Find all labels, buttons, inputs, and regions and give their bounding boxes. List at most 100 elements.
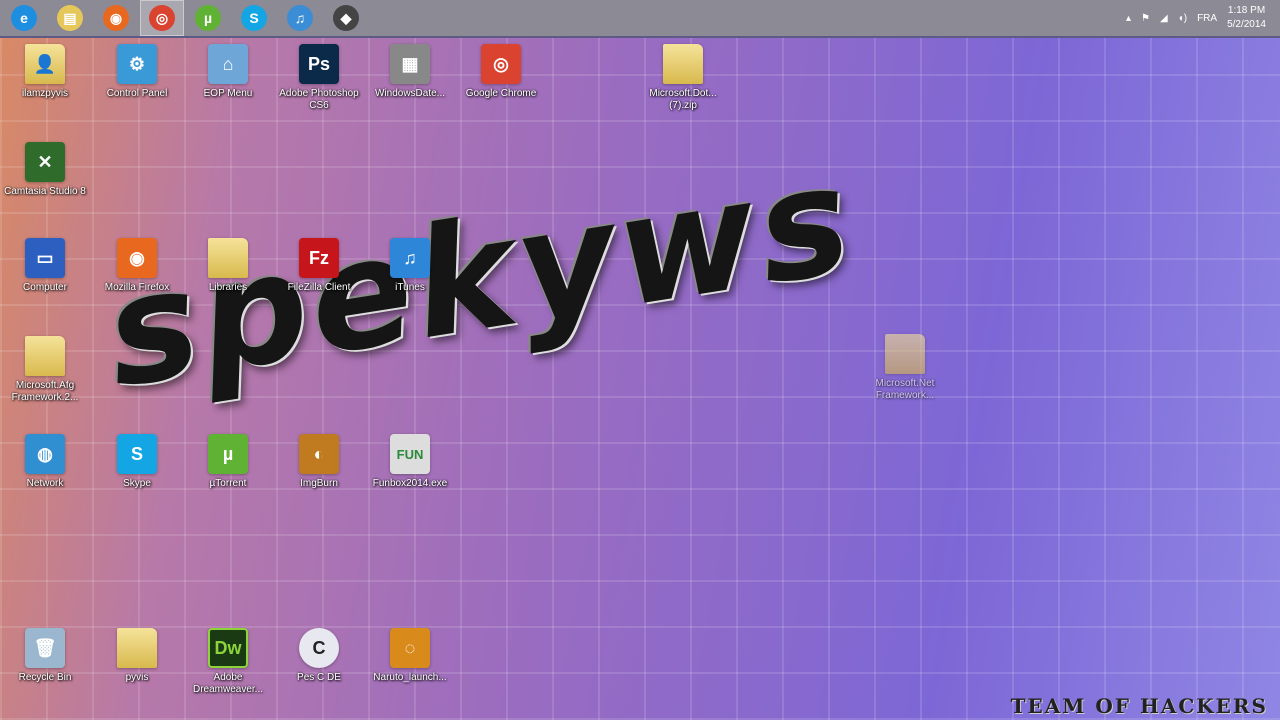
desktop-icon[interactable]: Fz FileZilla Client — [276, 238, 362, 294]
volume-icon[interactable]: ◖) — [1178, 13, 1187, 24]
desktop-icon-label: Skype — [123, 478, 151, 489]
app-icon: ◍ — [25, 434, 65, 474]
skype-icon: S — [241, 5, 267, 31]
desktop-icon-label: Camtasia Studio 8 — [4, 186, 86, 197]
folder-icon — [25, 336, 65, 376]
app-icon: ⌂ — [208, 44, 248, 84]
desktop-icon-label: Adobe Dreamweaver... — [192, 672, 264, 695]
desktop-icon[interactable]: 👤 ilamzpyvis — [2, 44, 88, 100]
desktop-icon-label: Microsoft.Afg Framework.2... — [11, 380, 79, 403]
desktop-icon[interactable]: ◌ Naruto_launch... — [367, 628, 453, 684]
taskbar-internet-explorer-button[interactable]: e — [2, 0, 46, 36]
desktop-icon[interactable]: µ µTorrent — [185, 434, 271, 490]
folder-icon — [885, 334, 925, 374]
desktop-icon[interactable]: C Pes C DE — [276, 628, 362, 684]
app-icon: ♫ — [390, 238, 430, 278]
app-icon: ◐ — [299, 434, 339, 474]
taskbar-itunes-button[interactable]: ♫ — [278, 0, 322, 36]
desktop-icon[interactable]: Microsoft.Afg Framework.2... — [2, 336, 88, 404]
desktop-icon-label: WindowsDate... — [374, 88, 446, 99]
desktop-icon[interactable]: pyvis — [94, 628, 180, 684]
desktop-icon-label: pyvis — [125, 672, 149, 683]
app-icon: Ps — [299, 44, 339, 84]
desktop-icon-label: Control Panel — [106, 88, 168, 99]
utorrent-icon: µ — [195, 5, 221, 31]
app-icon: ◆ — [333, 5, 359, 31]
desktop-icon[interactable]: Libraries — [185, 238, 271, 294]
desktop-icon[interactable]: ▭ Computer — [2, 238, 88, 294]
desktop-icon-label: Naruto_launch... — [373, 672, 447, 683]
taskbar-utorrent-button[interactable]: µ — [186, 0, 230, 36]
taskbar-chrome-button[interactable]: ◎ — [140, 0, 184, 36]
app-icon: µ — [208, 434, 248, 474]
desktop-icon[interactable]: ✕ Camtasia Studio 8 — [2, 142, 88, 198]
taskbar-app-button[interactable]: ◆ — [324, 0, 368, 36]
desktop-icon-label: Libraries — [208, 282, 248, 293]
desktop-icon-label: Computer — [23, 282, 67, 293]
desktop-icon[interactable]: ♫ iTunes — [367, 238, 453, 294]
desktop-icon[interactable]: ◐ ImgBurn — [276, 434, 362, 490]
desktop-icon-label: Adobe Photoshop CS6 — [279, 88, 359, 111]
file-explorer-icon: ▤ — [57, 5, 83, 31]
desktop-icon-label: Google Chrome — [465, 88, 537, 99]
system-tray: ▴ ⚑ ◢ ◖) FRA 1:18 PM 5/2/2014 — [1126, 4, 1266, 32]
desktop-icon[interactable]: ◎ Google Chrome — [458, 44, 544, 100]
folder-icon — [117, 628, 157, 668]
desktop-icon[interactable]: Microsoft.Net Framework... — [862, 334, 948, 402]
chrome-icon: ◎ — [149, 5, 175, 31]
folder-icon — [208, 238, 248, 278]
desktop-icon-label: Network — [26, 478, 64, 489]
desktop-icon[interactable]: ⌂ EOP Menu — [185, 44, 271, 100]
app-icon: ◉ — [117, 238, 157, 278]
app-icon: ⚙ — [117, 44, 157, 84]
internet-explorer-icon: e — [11, 5, 37, 31]
firefox-icon: ◉ — [103, 5, 129, 31]
itunes-icon: ♫ — [287, 5, 313, 31]
folder-icon — [663, 44, 703, 84]
action-center-icon[interactable]: ⚑ — [1141, 13, 1150, 24]
desktop-icon-label: Funbox2014.exe — [372, 478, 448, 489]
desktop-icon-label: Recycle Bin — [18, 672, 72, 683]
desktop-icon[interactable]: ▦ WindowsDate... — [367, 44, 453, 100]
desktop-icon[interactable]: ⚙ Control Panel — [94, 44, 180, 100]
desktop-icon-label: Pes C DE — [297, 672, 341, 683]
folder-icon: 👤 — [25, 44, 65, 84]
desktop-icon[interactable]: 🗑 Recycle Bin — [2, 628, 88, 684]
desktop-icon[interactable]: Ps Adobe Photoshop CS6 — [276, 44, 362, 112]
desktop-icon[interactable]: Dw Adobe Dreamweaver... — [185, 628, 271, 696]
app-icon: ◌ — [390, 628, 430, 668]
clock-time: 1:18 PM — [1227, 5, 1266, 16]
app-icon: FUN — [390, 434, 430, 474]
app-icon: Dw — [208, 628, 248, 668]
desktop-icon-label: ilamzpyvis — [21, 88, 69, 99]
desktop-icon-label: FileZilla Client — [287, 282, 351, 293]
desktop-icon[interactable]: S Skype — [94, 434, 180, 490]
taskbar-skype-button[interactable]: S — [232, 0, 276, 36]
app-icon: ▦ — [390, 44, 430, 84]
desktop-icon[interactable]: ◍ Network — [2, 434, 88, 490]
clock[interactable]: 1:18 PM 5/2/2014 — [1227, 4, 1266, 32]
desktop-icon-label: Microsoft.Net Framework... — [875, 378, 935, 401]
taskbar-apps: e ▤ ◉ ◎ µ S ♫ ◆ — [0, 0, 368, 36]
desktop-icon-label: ImgBurn — [300, 478, 338, 489]
desktop-icon-label: EOP Menu — [203, 88, 253, 99]
app-icon: Fz — [299, 238, 339, 278]
desktop-icon-label: Mozilla Firefox — [104, 282, 170, 293]
show-hidden-icons-icon[interactable]: ▴ — [1126, 13, 1131, 24]
desktop-icon-label: µTorrent — [209, 478, 247, 489]
app-icon: ▭ — [25, 238, 65, 278]
taskbar-file-explorer-button[interactable]: ▤ — [48, 0, 92, 36]
taskbar: e ▤ ◉ ◎ µ S ♫ ◆ ▴ ⚑ ◢ ◖) FRA 1:18 PM 5/2/2014 — [0, 0, 1280, 38]
wallpaper-watermark: TEAM OF HACKERS — [1010, 694, 1268, 718]
desktop-icon-label: Microsoft.Dot... (7).zip — [649, 88, 717, 111]
desktop-icon[interactable]: ◉ Mozilla Firefox — [94, 238, 180, 294]
desktop-icon[interactable]: FUN Funbox2014.exe — [367, 434, 453, 490]
desktop-icon[interactable]: Microsoft.Dot... (7).zip — [640, 44, 726, 112]
clock-date: 5/2/2014 — [1227, 19, 1266, 30]
language-indicator[interactable]: FRA — [1197, 13, 1217, 24]
taskbar-firefox-button[interactable]: ◉ — [94, 0, 138, 36]
app-icon: 🗑 — [25, 628, 65, 668]
network-icon[interactable]: ◢ — [1160, 13, 1168, 24]
app-icon: S — [117, 434, 157, 474]
app-icon: C — [299, 628, 339, 668]
